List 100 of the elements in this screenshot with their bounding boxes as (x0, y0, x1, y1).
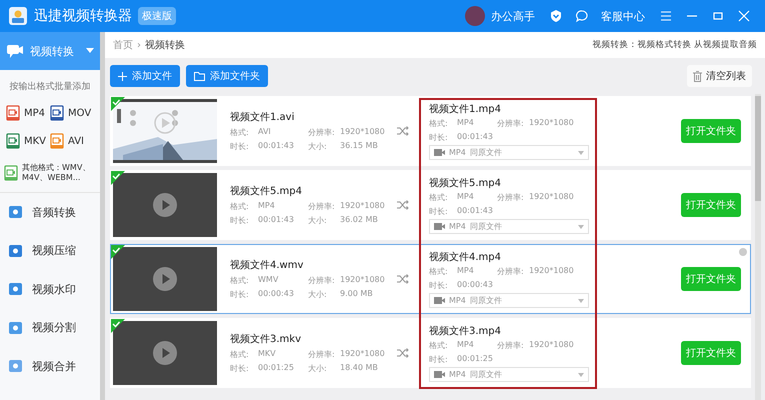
play-icon (153, 193, 177, 217)
checkmark-icon[interactable] (111, 97, 125, 111)
breadcrumb-current: 视频转换 (145, 38, 185, 52)
size-value: 36.02 MB (340, 215, 378, 226)
file-row[interactable]: 视频文件3.mkv 格式: MKV 分辨率: 1920*1080 时长: 00:01:25 大小: 18.40 MB 视频文件3.mp4 格式: MP4 分辨率: 1920*1080 时长: 00:01:25 MP4 同原文件 打开文件夹 (110, 318, 751, 388)
format-option[interactable]: AVI (50, 133, 94, 149)
format-value: WMV (258, 275, 278, 286)
file-row[interactable]: 视频文件5.mp4 格式: MP4 分辨率: 1920*1080 时长: 00:01:43 大小: 36.02 MB 视频文件5.mp4 格式: MP4 分辨率: 1920*1080 时长: 00:01:43 MP4 同原文件 打开文件夹 (110, 170, 751, 240)
resolution-value: 1920*1080 (529, 266, 574, 277)
sidebar-item[interactable]: 视频合并 (0, 346, 100, 386)
field-label: 大小: (308, 215, 327, 226)
clear-list-button[interactable]: 清空列表 (687, 65, 752, 87)
menu-icon[interactable] (659, 9, 673, 23)
field-label: 格式: (429, 118, 448, 129)
format-option[interactable]: MP4 (6, 105, 50, 121)
size-value: 18.40 MB (340, 363, 378, 374)
camera-icon (434, 371, 445, 378)
file-name: 视频文件1.avi (230, 110, 296, 124)
file-name: 视频文件5.mp4 (230, 184, 303, 198)
output-file-name: 视频文件3.mp4 (429, 324, 502, 338)
field-label: 时长: (429, 206, 448, 217)
field-label: 分辨率: (308, 275, 335, 286)
shuffle-icon (397, 347, 409, 359)
field-label: 时长: (429, 354, 448, 365)
field-label: 大小: (308, 141, 327, 152)
format-value: MP4 (457, 340, 474, 351)
user-avatar[interactable] (465, 6, 485, 26)
shield-icon[interactable] (549, 9, 563, 23)
breadcrumb-separator: › (137, 40, 141, 50)
field-label: 格式: (230, 201, 249, 212)
format-value: MP4 (457, 192, 474, 203)
edition-badge: 极速版 (138, 7, 176, 25)
size-value: 36.15 MB (340, 141, 378, 152)
duration-value: 00:01:43 (457, 132, 493, 143)
checkmark-icon[interactable] (111, 319, 125, 333)
hint-text: 按输出格式批量添加 (8, 80, 92, 94)
trash-icon (693, 70, 702, 82)
folder-icon (194, 72, 205, 80)
resolution-value: 1920*1080 (340, 127, 385, 138)
scrollbar[interactable] (755, 94, 761, 400)
size-value: 9.00 MB (340, 289, 373, 300)
file-format-icon (50, 105, 64, 121)
field-label: 时长: (230, 363, 249, 374)
field-label: 分辨率: (308, 127, 335, 138)
format-option[interactable]: MKV (6, 133, 50, 149)
field-label: 时长: (230, 289, 249, 300)
tool-icon (8, 242, 24, 259)
caret-icon (578, 150, 584, 154)
field-label: 格式: (429, 340, 448, 351)
format-value: AVI (258, 127, 271, 138)
user-name[interactable]: 办公高手 (491, 8, 535, 24)
close-icon[interactable] (737, 9, 751, 23)
field-label: 分辨率: (497, 192, 524, 203)
file-row[interactable]: 视频文件4.wmv 格式: WMV 分辨率: 1920*1080 时长: 00:00:43 大小: 9.00 MB 视频文件4.mp4 格式: MP4 分辨率: 1920*1080 时长: 00:00:43 MP4 同原文件 打开文件夹 (110, 244, 751, 314)
camera-icon (434, 297, 445, 304)
format-value: MP4 (258, 201, 275, 212)
add-folder-button[interactable]: 添加文件夹 (186, 65, 268, 87)
output-file-name: 视频文件5.mp4 (429, 176, 502, 190)
field-label: 格式: (230, 349, 249, 360)
file-row[interactable]: 视频文件1.avi 格式: AVI 分辨率: 1920*1080 时长: 00:01:43 大小: 36.15 MB 视频文件1.mp4 格式: MP4 分辨率: 1920*1080 时长: 00:01:43 MP4 同原文件 打开文件夹 (110, 96, 751, 166)
duration-value: 00:01:43 (258, 141, 294, 152)
field-label: 时长: (429, 280, 448, 291)
format-value: MP4 (457, 266, 474, 277)
field-label: 分辨率: (497, 340, 524, 351)
customer-service-link[interactable]: 客服中心 (601, 8, 645, 24)
play-icon (153, 341, 177, 365)
file-format-icon (6, 133, 20, 149)
checkmark-icon[interactable] (111, 171, 125, 185)
field-label: 时长: (230, 215, 249, 226)
chat-icon[interactable] (575, 9, 589, 23)
app-logo-icon (8, 6, 28, 26)
camera-icon (434, 223, 445, 230)
format-value: MKV (258, 349, 276, 360)
file-name: 视频文件4.wmv (230, 258, 304, 272)
file-format-icon (6, 105, 20, 121)
output-file-name: 视频文件4.mp4 (429, 250, 502, 264)
tool-icon (8, 204, 24, 220)
resolution-value: 1920*1080 (340, 201, 385, 212)
duration-value: 00:01:25 (457, 354, 493, 365)
resolution-value: 1920*1080 (529, 340, 574, 351)
format-option[interactable]: MOV (50, 105, 94, 121)
shuffle-icon (397, 273, 409, 285)
resolution-value: 1920*1080 (340, 275, 385, 286)
shuffle-icon (397, 199, 409, 211)
sidebar-item[interactable]: 音频转换 (0, 192, 100, 232)
file-format-icon (4, 165, 18, 182)
sidebar-item[interactable]: 视频分割 (0, 308, 100, 347)
duration-value: 00:00:43 (258, 289, 294, 300)
format-value: MP4 (457, 118, 474, 129)
field-label: 大小: (308, 363, 327, 374)
app-title: 迅捷视频转换器 (34, 7, 132, 25)
add-file-button[interactable]: 添加文件 (110, 65, 180, 87)
duration-value: 00:01:43 (258, 215, 294, 226)
video-chat-icon (6, 43, 24, 59)
sidebar-item[interactable]: 视频水印 (0, 270, 100, 308)
field-label: 时长: (230, 141, 249, 152)
checkmark-icon[interactable] (111, 245, 125, 259)
sidebar-item[interactable]: 视频压缩 (0, 231, 100, 270)
shuffle-icon (397, 125, 409, 137)
other-formats-option[interactable]: 其他格式：WMV、M4V、WEBM... (0, 153, 100, 193)
